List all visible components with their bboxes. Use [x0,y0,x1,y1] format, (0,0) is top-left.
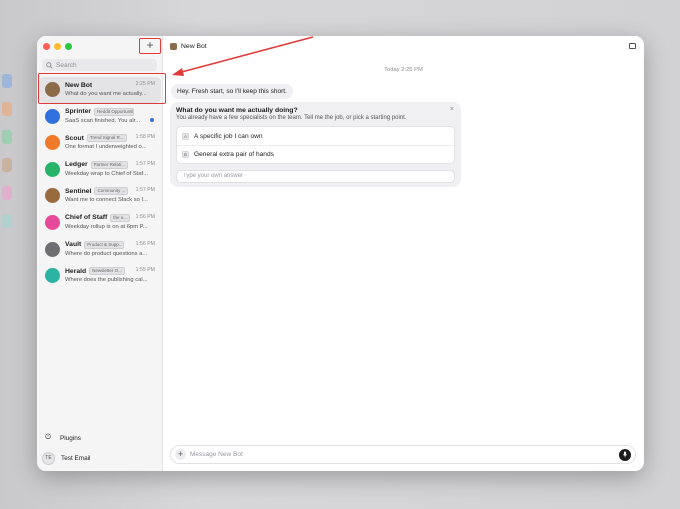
close-window-button[interactable] [43,43,50,50]
bot-icon [45,241,60,257]
search-icon [46,61,53,69]
unread-indicator [150,117,154,122]
plugins-label: Plugins [60,434,81,442]
option-key: B [182,151,189,158]
bot-message: Hey. Fresh start, so I'll keep this shor… [171,84,293,99]
bot-icon [45,135,60,151]
conversation-name: Ledger [65,161,88,169]
option-key: A [182,132,189,140]
option-a[interactable]: A A specific job I can own [177,127,454,145]
conversation-item[interactable]: Sprinter Reddit Opportuniti... SaaS scan f… [39,104,161,130]
conversation-tag: Reddit Opportuniti... [94,107,135,116]
conversation-name: Scout [65,134,84,142]
bot-icon [170,43,177,50]
conversation-item[interactable]: Sentinel Community ... 1:57 PM Want me to c… [39,183,161,209]
conversation-preview: SaaS scan finished. You alr... [65,117,141,124]
conversation-preview: Where do product questions a... [65,250,148,257]
user-name: Test Email [61,454,91,462]
conversation-item[interactable]: Herald Newsletter O... 1:55 PM Where does t… [39,263,161,289]
attach-button[interactable]: + [175,449,186,460]
conversation-tag: the o... [110,213,131,222]
date-separator: Today 2:25 PM [384,67,423,73]
close-icon[interactable]: × [450,106,454,113]
conversation-time: 1:55 PM [135,267,155,274]
chat-header: New Bot [170,43,207,50]
conversation-name: Chief of Staff [65,214,108,222]
chat-title: New Bot [181,43,207,50]
conversation-list: New Bot 2:25 PM What do you want me actual… [39,77,161,290]
message-composer: + [170,445,636,464]
conversation-preview: Where does the publishing cal... [65,277,148,284]
conversation-header: Sprinter Reddit Opportuniti... [65,107,157,117]
bot-icon [45,188,60,204]
question-title: What do you want me actually doing? [176,107,298,114]
option-b[interactable]: B General extra pair of hands [177,145,454,163]
option-label: A specific job I can own [194,132,263,140]
chat-pane: New Bot Today 2:25 PM Hey. Fresh start, … [163,36,644,471]
conversation-tag: Product & Supp... [84,240,125,249]
search-input[interactable] [56,61,151,69]
plugins-button[interactable]: ⏻ Plugins [42,429,160,447]
message-input[interactable] [190,451,619,458]
conversation-tag: Community ... [94,187,129,196]
minimize-window-button[interactable] [54,43,61,50]
conversation-preview: Want me to connect Slack so I... [65,197,148,204]
option-list: A A specific job I can own B General ext… [176,126,455,164]
option-label: General extra pair of hands [194,151,274,158]
avatar: TE [42,451,55,465]
conversation-preview: Weekday rollup is on at 6pm P... [65,223,148,230]
active-conversation-highlight [38,73,166,104]
conversation-tag: Partner Relati... [90,160,128,169]
conversation-tag: Trend Signal R... [86,134,127,143]
bot-icon [45,161,60,177]
conversation-time: 1:57 PM [135,187,155,194]
question-subtitle: You already have a few specialists on th… [176,115,407,121]
search-bar [42,59,157,71]
toggle-panel-icon[interactable] [629,43,636,49]
app-window: + New Bot2:25 PMWhat do you want me actu… [37,36,644,471]
conversation-item[interactable]: Vault Product & Supp... 1:56 PM Where do pr… [39,237,161,263]
conversation-name: Sprinter [65,108,92,116]
conversation-item[interactable]: Chief of Staff the o... 1:56 PM Weekday rol… [39,210,161,236]
microphone-icon [623,451,627,458]
window-controls [43,43,72,50]
conversation-time: 1:56 PM [135,240,155,247]
microphone-button[interactable] [619,448,631,461]
conversation-item[interactable]: Ledger Partner Relati... 1:57 PM Weekday wr… [39,157,161,183]
bot-icon [45,214,60,230]
sidebar: + New Bot2:25 PMWhat do you want me actu… [37,36,166,471]
new-chat-button-highlight [139,38,161,54]
plug-icon: ⏻ [45,434,51,441]
conversation-item[interactable]: Scout Trend Signal R... 1:58 PM One format … [39,130,161,156]
conversation-time: 1:57 PM [135,160,155,167]
background-app-strip [0,60,14,290]
conversation-tag: Newsletter O... [89,267,125,276]
bot-icon [45,268,60,284]
sidebar-footer: ⏻ Plugins TE Test Email [42,429,160,471]
account-button[interactable]: TE Test Email [42,449,160,467]
question-card: What do you want me actually doing? You … [170,102,461,187]
conversation-time: 1:58 PM [135,134,155,141]
zoom-window-button[interactable] [65,43,72,50]
conversation-name: Sentinel [65,187,92,195]
conversation-preview: Weekday wrap to Chief of Staf... [65,170,149,177]
conversation-time: 1:56 PM [135,213,155,220]
conversation-preview: One format I underweighted o... [65,144,147,151]
custom-answer-input[interactable] [176,169,455,183]
bot-icon [45,108,60,124]
conversation-name: Vault [65,241,82,249]
conversation-name: Herald [65,267,87,275]
